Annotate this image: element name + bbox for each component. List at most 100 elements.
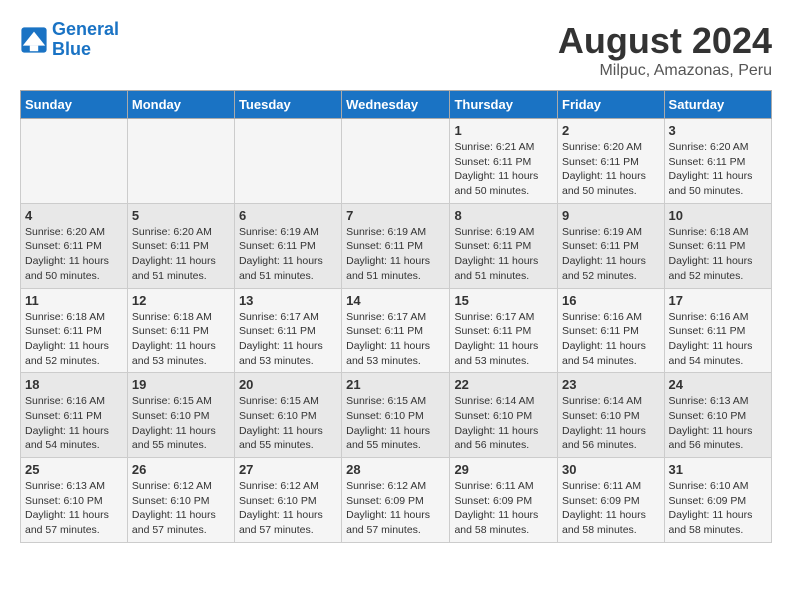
day-number: 3 <box>669 123 767 138</box>
day-info: Sunrise: 6:17 AM Sunset: 6:11 PM Dayligh… <box>346 310 445 369</box>
day-info: Sunrise: 6:16 AM Sunset: 6:11 PM Dayligh… <box>562 310 660 369</box>
day-info: Sunrise: 6:12 AM Sunset: 6:09 PM Dayligh… <box>346 479 445 538</box>
calendar-cell: 26 Sunrise: 6:12 AM Sunset: 6:10 PM Dayli… <box>127 458 234 543</box>
calendar-cell: 27Sunrise: 6:12 AM Sunset: 6:10 PM Dayli… <box>234 458 341 543</box>
logo-icon <box>20 26 48 54</box>
calendar-cell: 4Sunrise: 6:20 AM Sunset: 6:11 PM Daylig… <box>21 203 128 288</box>
page-subtitle: Milpuc, Amazonas, Peru <box>558 62 772 80</box>
day-number: 14 <box>346 293 445 308</box>
day-info: Sunrise: 6:13 AM Sunset: 6:10 PM Dayligh… <box>669 394 767 453</box>
day-number: 19 <box>132 377 230 392</box>
day-info: Sunrise: 6:19 AM Sunset: 6:11 PM Dayligh… <box>562 225 660 284</box>
day-info: Sunrise: 6:19 AM Sunset: 6:11 PM Dayligh… <box>346 225 445 284</box>
day-number: 23 <box>562 377 660 392</box>
calendar-cell: 16 Sunrise: 6:16 AM Sunset: 6:11 PM Dayli… <box>558 288 665 373</box>
day-info: Sunrise: 6:16 AM Sunset: 6:11 PM Dayligh… <box>669 310 767 369</box>
day-info: Sunrise: 6:20 AM Sunset: 6:11 PM Dayligh… <box>132 225 230 284</box>
logo-text: General Blue <box>52 20 119 60</box>
calendar-cell: 19 Sunrise: 6:15 AM Sunset: 6:10 PM Dayli… <box>127 373 234 458</box>
logo-line1: General <box>52 19 119 39</box>
calendar-cell: 31 Sunrise: 6:10 AM Sunset: 6:09 PM Dayli… <box>664 458 771 543</box>
day-number: 25 <box>25 462 123 477</box>
day-number: 17 <box>669 293 767 308</box>
day-header-saturday: Saturday <box>664 91 771 119</box>
day-number: 13 <box>239 293 337 308</box>
day-info: Sunrise: 6:20 AM Sunset: 6:11 PM Dayligh… <box>562 140 660 199</box>
calendar-cell: 22 Sunrise: 6:14 AM Sunset: 6:10 PM Dayli… <box>450 373 558 458</box>
week-row-1: 1Sunrise: 6:21 AM Sunset: 6:11 PM Daylig… <box>21 119 772 204</box>
day-info: Sunrise: 6:12 AM Sunset: 6:10 PM Dayligh… <box>132 479 230 538</box>
calendar-cell <box>21 119 128 204</box>
calendar-cell: 18 Sunrise: 6:16 AM Sunset: 6:11 PM Dayli… <box>21 373 128 458</box>
day-info: Sunrise: 6:18 AM Sunset: 6:11 PM Dayligh… <box>132 310 230 369</box>
day-number: 28 <box>346 462 445 477</box>
day-number: 22 <box>454 377 553 392</box>
day-number: 26 <box>132 462 230 477</box>
calendar-cell: 20 Sunrise: 6:15 AM Sunset: 6:10 PM Dayli… <box>234 373 341 458</box>
day-info: Sunrise: 6:14 AM Sunset: 6:10 PM Dayligh… <box>562 394 660 453</box>
day-header-friday: Friday <box>558 91 665 119</box>
calendar-cell: 5 Sunrise: 6:20 AM Sunset: 6:11 PM Daylig… <box>127 203 234 288</box>
calendar-cell: 24 Sunrise: 6:13 AM Sunset: 6:10 PM Dayli… <box>664 373 771 458</box>
day-number: 10 <box>669 208 767 223</box>
day-number: 8 <box>454 208 553 223</box>
calendar-cell: 6 Sunrise: 6:19 AM Sunset: 6:11 PM Daylig… <box>234 203 341 288</box>
day-info: Sunrise: 6:18 AM Sunset: 6:11 PM Dayligh… <box>25 310 123 369</box>
day-number: 12 <box>132 293 230 308</box>
calendar-cell: 21 Sunrise: 6:15 AM Sunset: 6:10 PM Dayli… <box>342 373 450 458</box>
day-number: 4 <box>25 208 123 223</box>
day-number: 5 <box>132 208 230 223</box>
logo: General Blue <box>20 20 119 60</box>
calendar-cell: 17 Sunrise: 6:16 AM Sunset: 6:11 PM Dayli… <box>664 288 771 373</box>
day-info: Sunrise: 6:21 AM Sunset: 6:11 PM Dayligh… <box>454 140 553 199</box>
calendar-cell: 12 Sunrise: 6:18 AM Sunset: 6:11 PM Dayli… <box>127 288 234 373</box>
page-title: August 2024 <box>558 20 772 62</box>
week-row-5: 25 Sunrise: 6:13 AM Sunset: 6:10 PM Dayli… <box>21 458 772 543</box>
title-block: August 2024 Milpuc, Amazonas, Peru <box>558 20 772 80</box>
calendar-cell: 25 Sunrise: 6:13 AM Sunset: 6:10 PM Dayli… <box>21 458 128 543</box>
day-number: 21 <box>346 377 445 392</box>
calendar-body: 1Sunrise: 6:21 AM Sunset: 6:11 PM Daylig… <box>21 119 772 543</box>
logo-line2: Blue <box>52 39 91 59</box>
calendar-table: SundayMondayTuesdayWednesdayThursdayFrid… <box>20 90 772 543</box>
day-number: 16 <box>562 293 660 308</box>
day-header-wednesday: Wednesday <box>342 91 450 119</box>
day-number: 30 <box>562 462 660 477</box>
day-header-tuesday: Tuesday <box>234 91 341 119</box>
day-number: 31 <box>669 462 767 477</box>
day-info: Sunrise: 6:19 AM Sunset: 6:11 PM Dayligh… <box>239 225 337 284</box>
day-number: 15 <box>454 293 553 308</box>
day-info: Sunrise: 6:16 AM Sunset: 6:11 PM Dayligh… <box>25 394 123 453</box>
day-number: 18 <box>25 377 123 392</box>
day-number: 20 <box>239 377 337 392</box>
calendar-cell: 11 Sunrise: 6:18 AM Sunset: 6:11 PM Dayli… <box>21 288 128 373</box>
day-info: Sunrise: 6:18 AM Sunset: 6:11 PM Dayligh… <box>669 225 767 284</box>
day-info: Sunrise: 6:13 AM Sunset: 6:10 PM Dayligh… <box>25 479 123 538</box>
page-header: General Blue August 2024 Milpuc, Amazona… <box>20 20 772 80</box>
day-info: Sunrise: 6:15 AM Sunset: 6:10 PM Dayligh… <box>346 394 445 453</box>
week-row-2: 4 Sunrise: 6:20 AM Sunset: 6:11 PM Daylig… <box>21 203 772 288</box>
day-header-sunday: Sunday <box>21 91 128 119</box>
week-row-4: 18 Sunrise: 6:16 AM Sunset: 6:11 PM Dayli… <box>21 373 772 458</box>
day-info: Sunrise: 6:10 AM Sunset: 6:09 PM Dayligh… <box>669 479 767 538</box>
day-info: Sunrise: 6:14 AM Sunset: 6:10 PM Dayligh… <box>454 394 553 453</box>
day-info: Sunrise: 6:15 AM Sunset: 6:10 PM Dayligh… <box>239 394 337 453</box>
calendar-cell: 15Sunrise: 6:17 AM Sunset: 6:11 PM Dayli… <box>450 288 558 373</box>
day-header-thursday: Thursday <box>450 91 558 119</box>
week-row-3: 11 Sunrise: 6:18 AM Sunset: 6:11 PM Dayli… <box>21 288 772 373</box>
day-number: 6 <box>239 208 337 223</box>
calendar-cell: 29 Sunrise: 6:11 AM Sunset: 6:09 PM Dayli… <box>450 458 558 543</box>
day-number: 11 <box>25 293 123 308</box>
day-info: Sunrise: 6:19 AM Sunset: 6:11 PM Dayligh… <box>454 225 553 284</box>
calendar-cell: 9Sunrise: 6:19 AM Sunset: 6:11 PM Daylig… <box>558 203 665 288</box>
day-number: 24 <box>669 377 767 392</box>
day-number: 29 <box>454 462 553 477</box>
calendar-cell: 3Sunrise: 6:20 AM Sunset: 6:11 PM Daylig… <box>664 119 771 204</box>
calendar-cell: 7Sunrise: 6:19 AM Sunset: 6:11 PM Daylig… <box>342 203 450 288</box>
day-info: Sunrise: 6:15 AM Sunset: 6:10 PM Dayligh… <box>132 394 230 453</box>
calendar-cell: 13Sunrise: 6:17 AM Sunset: 6:11 PM Dayli… <box>234 288 341 373</box>
day-info: Sunrise: 6:11 AM Sunset: 6:09 PM Dayligh… <box>454 479 553 538</box>
calendar-cell: 1Sunrise: 6:21 AM Sunset: 6:11 PM Daylig… <box>450 119 558 204</box>
calendar-cell <box>234 119 341 204</box>
calendar-cell: 2Sunrise: 6:20 AM Sunset: 6:11 PM Daylig… <box>558 119 665 204</box>
